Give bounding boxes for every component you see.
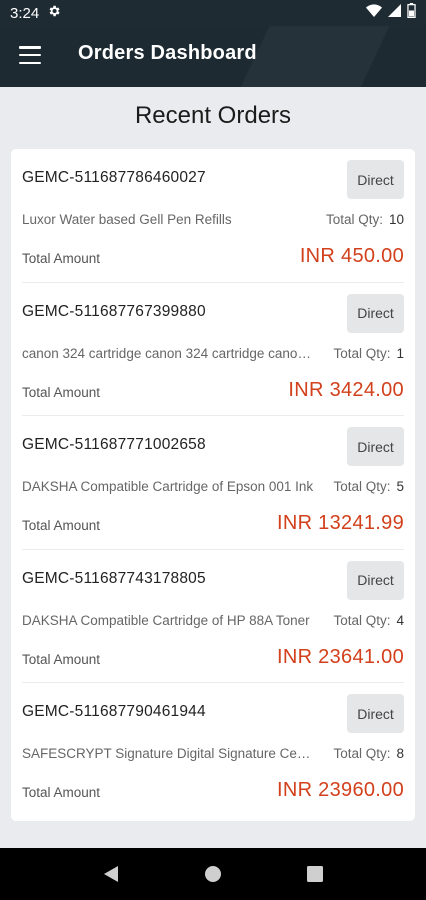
order-item[interactable]: GEMC-511687786460027 Direct Luxor Water … (22, 149, 404, 283)
total-qty: Total Qty: 8 (333, 746, 404, 761)
system-nav-bar (0, 848, 426, 900)
order-id: GEMC-511687790461944 (22, 703, 206, 721)
order-id: GEMC-511687767399880 (22, 302, 206, 320)
total-qty: Total Qty: 1 (333, 346, 404, 361)
product-name: canon 324 cartridge canon 324 cartridge … (22, 345, 314, 361)
total-qty-label: Total Qty: (325, 212, 383, 227)
total-qty: Total Qty: 4 (333, 613, 404, 628)
total-amount-label: Total Amount (22, 384, 101, 400)
hamburger-menu-icon[interactable] (19, 46, 41, 64)
product-name: DAKSHA Compatible Cartridge of HP 88A To… (22, 612, 310, 628)
recents-icon[interactable] (295, 854, 335, 894)
order-item[interactable]: GEMC-511687771002658 Direct DAKSHA Compa… (22, 416, 404, 550)
total-qty: Total Qty: 10 (326, 212, 404, 227)
page-heading: Recent Orders (134, 102, 292, 129)
total-qty-label: Total Qty: (333, 746, 391, 762)
total-qty: Total Qty: 5 (333, 479, 404, 494)
order-type-button[interactable]: Direct (347, 560, 404, 600)
order-item[interactable]: GEMC-511687743178805 Direct DAKSHA Compa… (22, 550, 404, 684)
battery-icon (407, 3, 416, 23)
total-amount-label: Total Amount (22, 251, 101, 266)
total-amount-label: Total Amount (22, 785, 101, 801)
order-id: GEMC-511687771002658 (22, 436, 206, 454)
total-amount-label: Total Amount (22, 651, 101, 667)
order-type-button[interactable]: Direct (347, 427, 404, 467)
order-type-button[interactable]: Direct (347, 694, 404, 734)
total-amount-value: INR 23641.00 (276, 645, 404, 668)
order-id: GEMC-511687743178805 (22, 569, 206, 587)
total-qty-label: Total Qty: (333, 479, 391, 495)
orders-list: GEMC-511687786460027 Direct Luxor Water … (11, 149, 415, 821)
total-qty-value: 4 (396, 612, 404, 628)
wifi-icon (366, 3, 382, 23)
order-item[interactable]: GEMC-511687767399880 Direct canon 324 ca… (22, 283, 404, 417)
home-icon[interactable] (193, 854, 233, 894)
total-amount-value: INR 450.00 (299, 245, 404, 267)
back-icon[interactable] (91, 854, 131, 894)
settings-gear-icon (47, 4, 61, 23)
total-amount-value: INR 3424.00 (288, 378, 404, 401)
total-qty-value: 8 (396, 746, 404, 762)
total-qty-value: 10 (388, 212, 404, 227)
app-title: Orders Dashboard (78, 42, 257, 64)
total-amount-label: Total Amount (22, 518, 101, 534)
order-type-button[interactable]: Direct (347, 293, 404, 333)
cell-signal-icon (388, 4, 401, 22)
total-amount-value: INR 23960.00 (276, 779, 404, 802)
status-icons (366, 3, 416, 23)
status-bar: 3:24 (0, 0, 426, 26)
total-qty-value: 5 (396, 479, 404, 495)
order-id: GEMC-511687786460027 (22, 169, 206, 186)
order-item[interactable]: GEMC-511687790461944 Direct SAFESCRYPT S… (22, 683, 404, 817)
order-type-button[interactable]: Direct (347, 160, 404, 199)
total-qty-value: 1 (396, 345, 404, 361)
product-name: DAKSHA Compatible Cartridge of Epson 001… (22, 479, 314, 495)
product-name: Luxor Water based Gell Pen Refills (22, 212, 232, 227)
app-bar: Orders Dashboard (0, 26, 426, 87)
status-time: 3:24 (10, 4, 40, 22)
total-amount-value: INR 13241.99 (276, 512, 404, 535)
product-name: SAFESCRYPT Signature Digital Signature C… (22, 746, 314, 762)
total-qty-label: Total Qty: (333, 612, 391, 628)
total-qty-label: Total Qty: (333, 345, 391, 361)
